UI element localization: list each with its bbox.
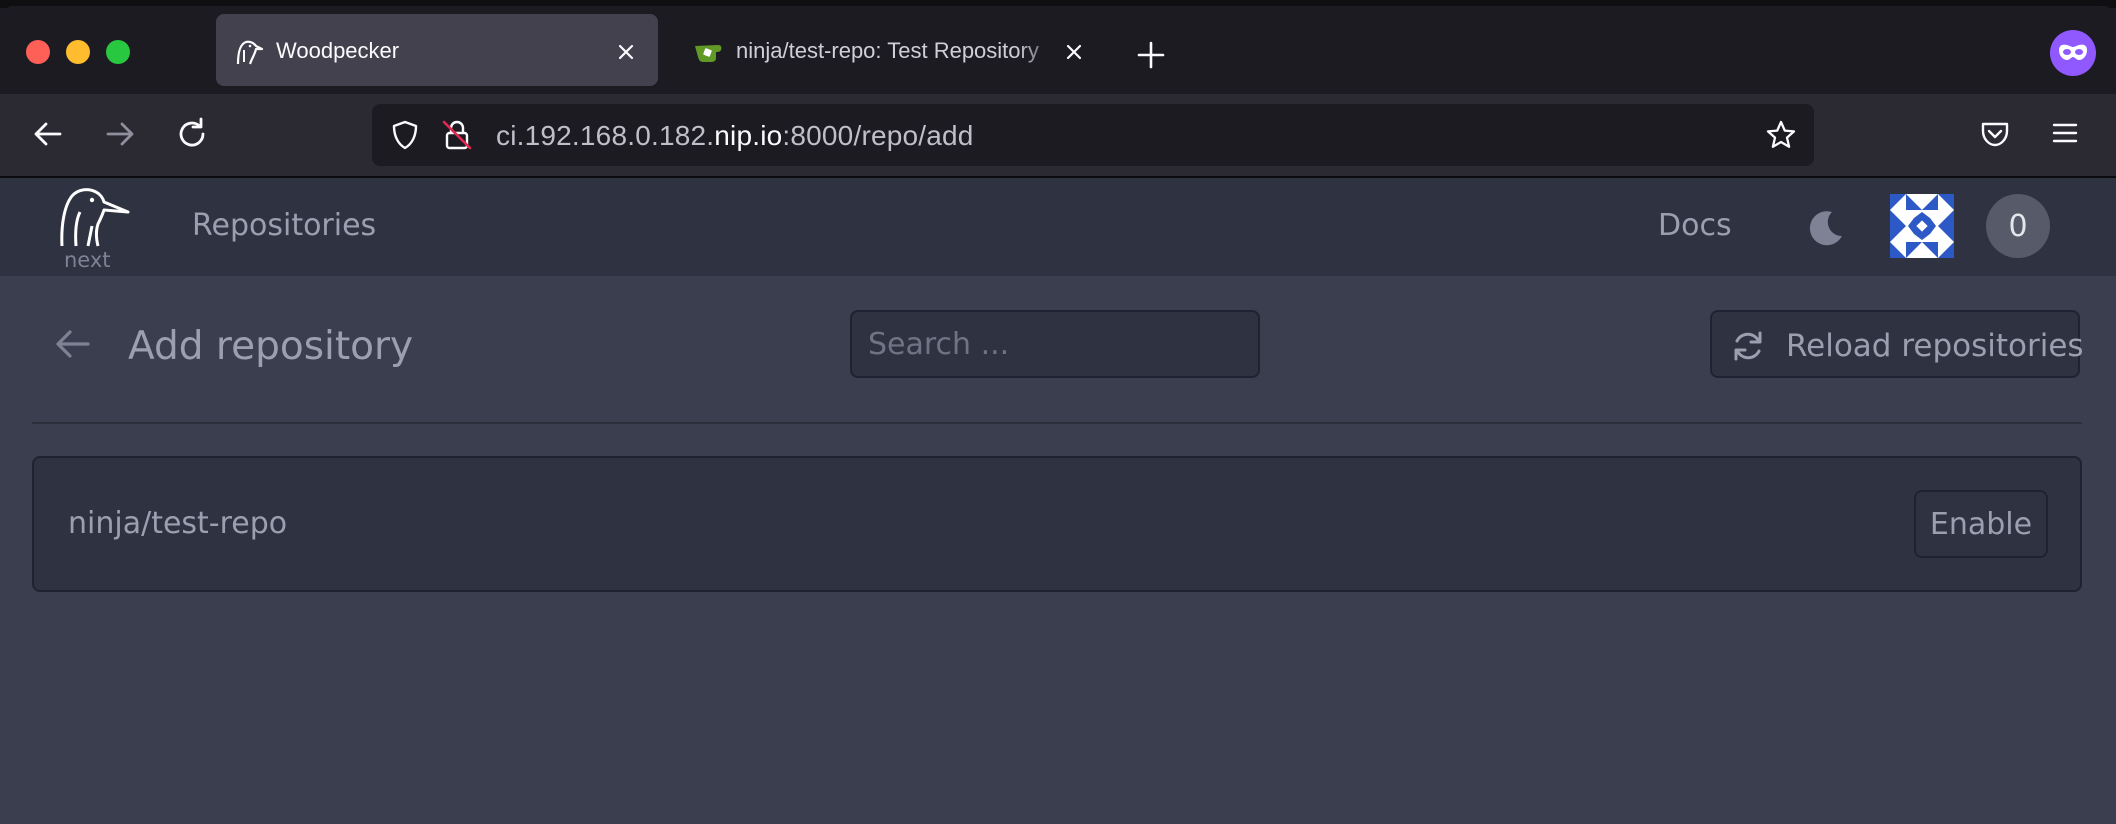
woodpecker-icon: [236, 40, 264, 65]
tab-title: ninja/test-repo: Test Repository: [736, 38, 1039, 63]
address-bar[interactable]: ci.192.168.0.182.nip.io:8000/repo/add: [372, 104, 1814, 166]
dark-mode-toggle-icon[interactable]: [1804, 206, 1848, 250]
search-input[interactable]: [850, 310, 1260, 378]
running-builds-badge[interactable]: 0: [1986, 194, 2050, 258]
back-icon[interactable]: [28, 114, 68, 154]
main-content: Add repository Reload repositories ninja…: [0, 276, 2116, 824]
bookmark-star-icon[interactable]: [1764, 118, 1798, 152]
tab-title: Woodpecker: [276, 38, 400, 63]
pocket-icon[interactable]: [1978, 116, 2012, 150]
tab-bar: Woodpecker ninja/test-repo: Test Reposit…: [0, 6, 2116, 94]
navigation-toolbar: ci.192.168.0.182.nip.io:8000/repo/add: [0, 94, 2116, 176]
menu-icon[interactable]: [2048, 116, 2082, 150]
page-title: Add repository: [128, 324, 414, 369]
nav-link-repositories[interactable]: Repositories: [192, 208, 376, 243]
tab-gitea[interactable]: ninja/test-repo: Test Repository: [676, 14, 1096, 86]
browser-window: Woodpecker ninja/test-repo: Test Reposit…: [0, 6, 2116, 824]
tab-woodpecker[interactable]: Woodpecker: [216, 14, 658, 86]
refresh-icon: [1734, 331, 1762, 361]
shield-icon[interactable]: [388, 118, 422, 152]
user-avatar[interactable]: [1890, 194, 1954, 258]
url-text[interactable]: ci.192.168.0.182.nip.io:8000/repo/add: [496, 120, 974, 152]
gitea-icon: [695, 45, 722, 62]
reload-repositories-label: Reload repositories: [1786, 328, 2084, 364]
repo-name: ninja/test-repo: [68, 506, 288, 541]
logo-subtitle: next: [64, 248, 111, 272]
minimize-window-button[interactable]: [66, 40, 90, 64]
back-arrow-icon[interactable]: [50, 322, 94, 366]
close-tab-icon[interactable]: [1062, 40, 1086, 64]
app-header: next Repositories Docs 0: [0, 178, 2116, 276]
enable-repo-button[interactable]: Enable: [1914, 490, 2048, 558]
maximize-window-button[interactable]: [106, 40, 130, 64]
insecure-lock-icon[interactable]: [440, 118, 474, 152]
section-divider: [32, 422, 2082, 424]
forward-icon[interactable]: [100, 114, 140, 154]
woodpecker-logo-icon[interactable]: [58, 186, 130, 248]
private-browsing-icon[interactable]: [2050, 30, 2096, 76]
nav-link-docs[interactable]: Docs: [1658, 208, 1732, 243]
repo-list-item: ninja/test-repo Enable: [32, 456, 2082, 592]
close-tab-icon[interactable]: [614, 40, 638, 64]
reload-page-icon[interactable]: [172, 114, 212, 154]
close-window-button[interactable]: [26, 40, 50, 64]
reload-repositories-button[interactable]: Reload repositories: [1710, 310, 2084, 378]
new-tab-icon[interactable]: [1134, 38, 1168, 72]
